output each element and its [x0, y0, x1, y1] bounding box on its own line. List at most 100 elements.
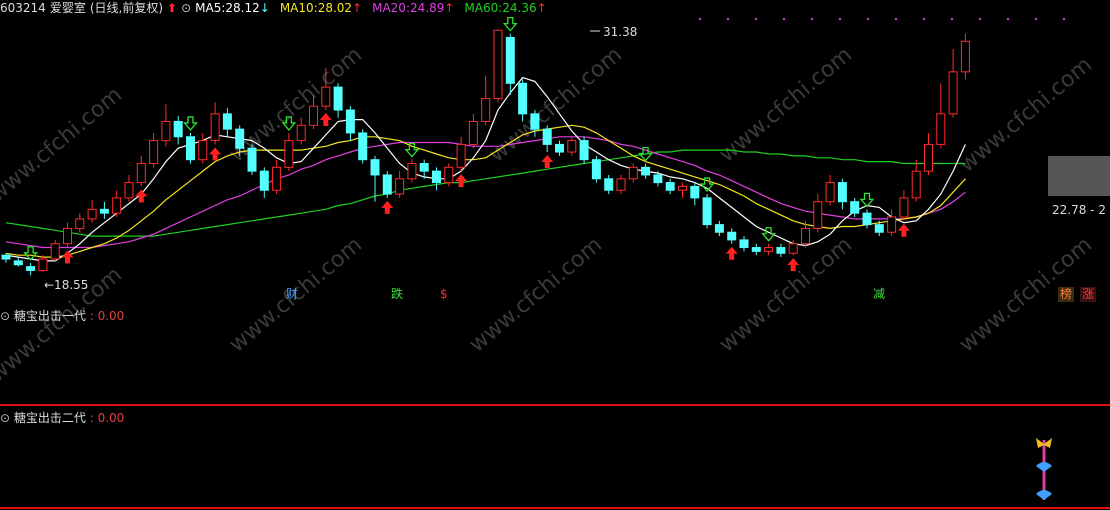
ma60-label: MA60: [464, 1, 503, 15]
candle-body [1, 254, 11, 260]
candle-body [788, 243, 798, 254]
candle-body [874, 224, 884, 233]
low-price-label: ←18.55 [44, 278, 88, 292]
candle-body [50, 243, 60, 260]
ma20-label: MA20: [372, 1, 410, 15]
candle-body [407, 163, 417, 180]
candle-body [591, 159, 601, 180]
candle-body [555, 143, 564, 153]
grid-dot [1062, 17, 1066, 21]
panel-1-settings-icon[interactable]: ⊙ [0, 309, 14, 323]
candle-body [678, 185, 687, 191]
candle-body [505, 36, 515, 84]
candle-body [604, 178, 614, 191]
panel-divider [0, 404, 1110, 406]
candle-body [345, 109, 355, 134]
stock-code: 603214 [0, 1, 46, 15]
sell-arrow-icon [502, 16, 518, 32]
buy-arrow-icon [897, 223, 910, 237]
grid-dot [726, 17, 730, 21]
settings-icon[interactable]: ⊙ [181, 1, 191, 15]
ma5-arrow: ↓ [259, 1, 270, 15]
candle-body [272, 166, 282, 191]
candle-body [727, 231, 737, 241]
candle-body [186, 136, 195, 161]
candle-body [87, 208, 97, 220]
candle-body [530, 113, 540, 130]
grid-dot [866, 17, 870, 21]
candle-body [948, 71, 958, 115]
candle-body [444, 166, 454, 184]
candle-body [764, 247, 774, 252]
tag-die[interactable]: 跌 [389, 287, 405, 302]
candle-body [690, 185, 700, 199]
candle-body [247, 147, 257, 172]
buy-arrow-icon [135, 189, 148, 203]
candle-body [481, 98, 491, 122]
panel-2-name: 糖宝出击二代 [13, 411, 86, 425]
panel-2-settings-icon[interactable]: ⊙ [0, 411, 14, 425]
ma20-value: 24.89 [409, 1, 445, 15]
candle-body [801, 227, 810, 245]
tag-bang[interactable]: 榜 [1058, 287, 1075, 302]
candle-body [665, 182, 675, 191]
candle-body [653, 174, 663, 184]
candle-body [567, 140, 577, 153]
ma60-value: 24.36 [502, 1, 537, 15]
grid-dot [894, 17, 898, 21]
grid-dot [838, 17, 842, 21]
ma5-value: 28.12 [225, 1, 260, 15]
candle-body [751, 247, 761, 252]
candle-body [862, 212, 872, 226]
grid-dot [810, 17, 814, 21]
candle-body [702, 197, 712, 226]
candle-body [222, 113, 232, 130]
ma20-arrow: ↑ [444, 1, 455, 15]
tag-zhang[interactable]: 涨 [1080, 287, 1097, 302]
panel-2-title: ⊙ 糖宝出击二代 : 0.00 [0, 411, 125, 425]
candle-body [518, 82, 528, 115]
candle-body [13, 260, 23, 266]
up-arrow-icon: ⬆ [167, 1, 178, 15]
watermark-text: www.cfchi.com [715, 232, 857, 357]
candle-body [493, 29, 503, 100]
price-zone-box [1048, 156, 1110, 196]
candle-body [124, 182, 134, 199]
sell-arrow-icon [404, 143, 420, 158]
buy-arrow-icon [725, 246, 738, 260]
candle-body [26, 266, 36, 271]
buy-arrow-icon [541, 155, 554, 169]
candle-body [210, 113, 220, 142]
candle-body [899, 197, 909, 218]
candle-body [198, 140, 208, 161]
candle-body [911, 170, 921, 199]
buy-arrow-icon [209, 147, 222, 161]
buy-arrow-icon [455, 174, 468, 188]
right-price-label: 22.78 - 2 [1052, 203, 1106, 217]
high-price-label: 31.38 [603, 25, 637, 39]
candle-body [432, 170, 441, 184]
candle-body [837, 182, 847, 203]
candle-body [813, 201, 823, 229]
candle-body [296, 124, 306, 142]
grid-dot [782, 17, 786, 21]
tag-dollar[interactable]: $ [438, 287, 450, 302]
candle-body [284, 140, 294, 168]
candle-body [75, 218, 85, 229]
panel-1-title: ⊙ 糖宝出击一代 : 0.00 [0, 309, 125, 323]
candle-body [887, 216, 897, 233]
candle-body [468, 120, 478, 145]
candle-body [924, 143, 933, 172]
tag-jian[interactable]: 减 [871, 287, 887, 302]
chart-mode: (日线,前复权) [89, 1, 164, 15]
watermark-text: www.cfchi.com [715, 42, 857, 167]
candle-body [960, 40, 970, 73]
candle-body [333, 86, 343, 111]
tag-cai[interactable]: 财 [284, 287, 300, 302]
candle-body [382, 174, 392, 195]
candle-body [616, 178, 626, 191]
grid-dot [950, 17, 954, 21]
diamond-icon [1036, 490, 1052, 500]
candlestick-chart[interactable]: www.cfchi.com www.cfchi.com www.cfchi.com w… [0, 0, 1110, 510]
candle-body [579, 140, 589, 161]
